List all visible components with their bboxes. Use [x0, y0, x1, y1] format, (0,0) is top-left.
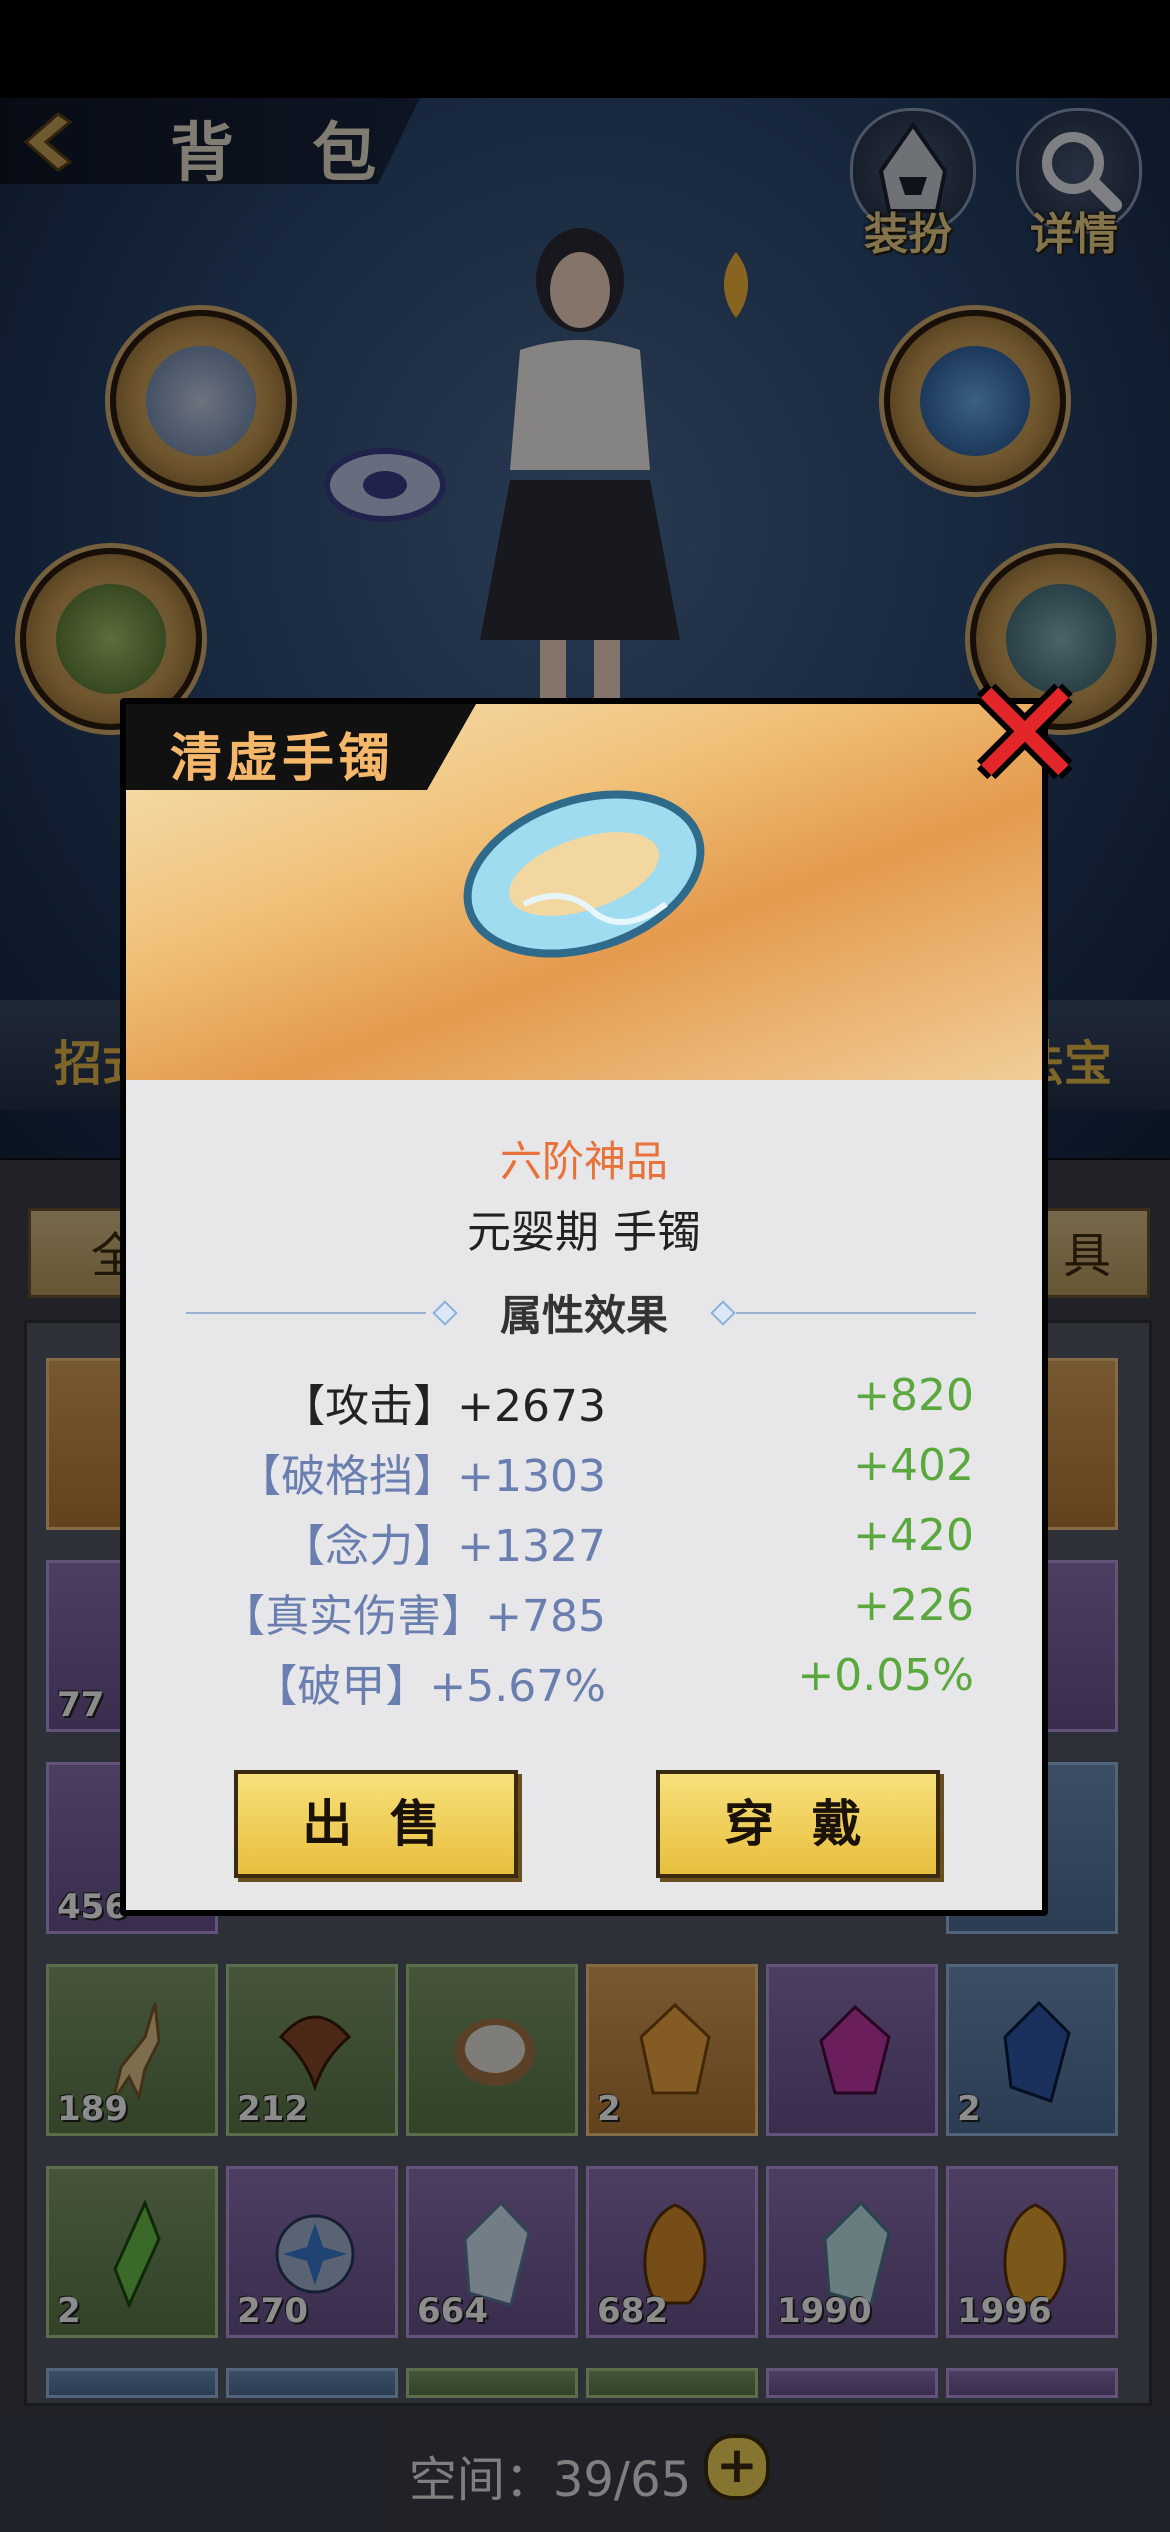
stat-name: 【攻击】+2673 [281, 1381, 606, 1432]
status-bar [0, 0, 1170, 98]
close-button[interactable]: ✕ [962, 660, 1088, 810]
stat-name: 【破格挡】+1303 [237, 1451, 606, 1502]
stat-bonus: +0.05% [797, 1650, 974, 1701]
wear-button[interactable]: 穿 戴 [656, 1770, 940, 1878]
stat-bonus: +820 [853, 1370, 974, 1421]
sell-button[interactable]: 出 售 [234, 1770, 518, 1878]
stat-row: 【念力】+1327 +420 [126, 1510, 1042, 1572]
stat-row: 【真实伤害】+785 +226 [126, 1580, 1042, 1642]
stat-bonus: +420 [853, 1510, 974, 1561]
item-name: 清虚手镯 [170, 729, 395, 789]
stat-name: 【念力】+1327 [281, 1521, 606, 1572]
close-icon: ✕ [962, 648, 1088, 822]
item-quality: 六阶神品 [499, 1137, 668, 1186]
stat-row: 【破甲】+5.67% +0.05% [126, 1650, 1042, 1712]
stat-bonus: +226 [853, 1580, 974, 1631]
divider-right [736, 1312, 976, 1314]
item-type: 元婴期 手镯 [467, 1207, 701, 1258]
stat-name: 【真实伤害】+785 [221, 1591, 606, 1642]
stat-row: 【攻击】+2673 +820 [126, 1370, 1042, 1432]
stat-bonus: +402 [853, 1440, 974, 1491]
stat-name: 【破甲】+5.67% [253, 1661, 606, 1712]
stat-row: 【破格挡】+1303 +402 [126, 1440, 1042, 1502]
